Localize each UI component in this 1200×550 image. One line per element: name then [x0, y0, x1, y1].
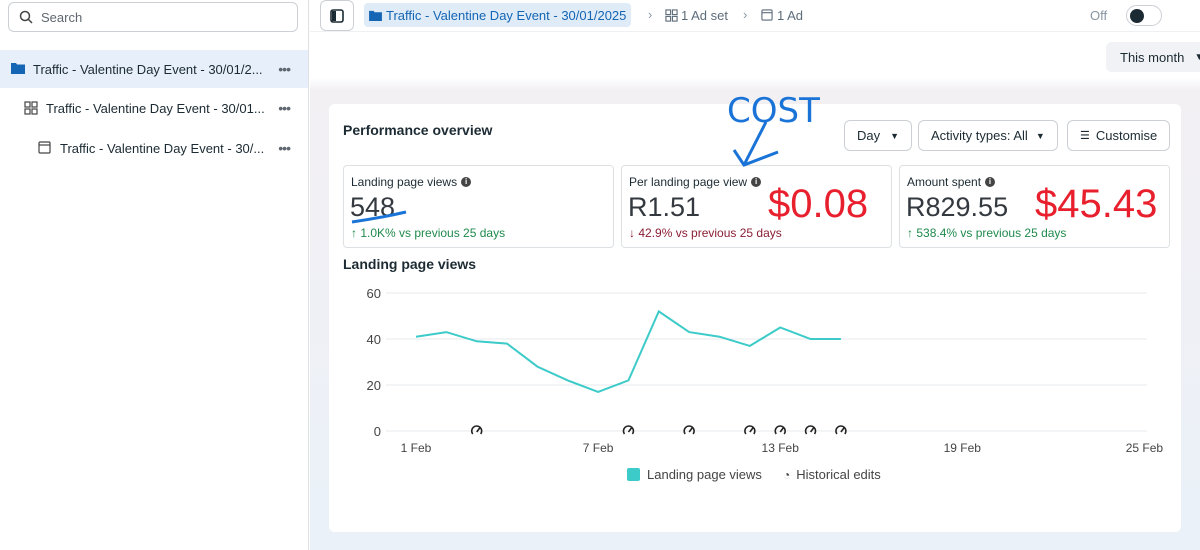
metric-change: 1.0K% vs previous 25 days — [360, 226, 506, 240]
search-icon — [19, 10, 33, 24]
date-range-select[interactable]: This month ▼ — [1106, 42, 1200, 72]
customise-label: Customise — [1095, 128, 1158, 143]
historical-edit-icon — [622, 425, 635, 435]
historical-edit-icon — [774, 425, 786, 435]
series-line — [415, 309, 841, 393]
breadcrumb-campaign-label: Traffic - Valentine Day Event - 30/01/20… — [386, 7, 627, 23]
y-tick-label: 20 — [367, 378, 381, 393]
activity-label: Activity types: All — [931, 128, 1028, 143]
day-dropdown[interactable]: Day ▼ — [844, 120, 913, 151]
breadcrumb-adset-label: 1 Ad set — [681, 7, 728, 23]
folder-icon — [369, 10, 382, 21]
legend-landing-page-views[interactable]: Landing page views — [627, 467, 762, 482]
metric-change: 538.4% vs previous 25 days — [916, 226, 1067, 240]
customise-button[interactable]: ☰ Customise — [1067, 120, 1171, 151]
main-panel: Traffic - Valentine Day Event - 30/01/20… — [310, 0, 1200, 550]
sidebar-panel-icon — [330, 8, 344, 23]
x-tick-label: 7 Feb — [583, 441, 614, 455]
line-chart: 0 20 40 60 1 Feb 7 Feb 13 Feb 19 Feb 25 Feb — [367, 286, 1164, 455]
legend-historical-edits[interactable]: ◔ Historical edits — [783, 467, 881, 482]
legend-swatch — [627, 468, 640, 481]
breadcrumb-campaign[interactable]: Traffic - Valentine Day Event - 30/01/20… — [364, 3, 632, 27]
metric-landing-page-views[interactable]: Landing page views i 548 ↑ 1.0K% vs previ… — [343, 165, 614, 248]
historical-edit-icon — [835, 425, 847, 435]
info-icon[interactable]: i — [461, 177, 472, 187]
tree-item-campaign[interactable]: Traffic - Valentine Day Event - 30/01/2.… — [0, 50, 308, 88]
search-placeholder: Search — [41, 9, 83, 25]
usd-annotation: $45.43 — [1035, 182, 1158, 226]
tree-item-label: Traffic - Valentine Day Event - 30/01/2.… — [33, 61, 263, 77]
breadcrumb-adset[interactable]: 1 Ad set — [665, 3, 728, 27]
historical-edit-icon — [744, 425, 756, 435]
customise-icon: ☰ — [1080, 130, 1090, 142]
usd-annotation: $0.08 — [768, 182, 869, 226]
more-options-icon[interactable]: ••• — [278, 100, 291, 116]
metric-change: 42.9% vs previous 25 days — [638, 226, 782, 240]
metric-label: Landing page views — [351, 175, 458, 189]
toggle-sidebar-button[interactable] — [320, 0, 354, 31]
x-tick-label: 13 Feb — [762, 441, 800, 455]
chart-title: Landing page views — [343, 256, 477, 272]
search-input[interactable]: Search — [8, 2, 298, 32]
top-bar: Traffic - Valentine Day Event - 30/01/20… — [310, 0, 1200, 32]
chevron-right-icon: › — [648, 7, 653, 22]
adset-grid-icon — [24, 101, 38, 115]
breadcrumb-ad[interactable]: 1 Ad — [761, 3, 803, 27]
chevron-right-icon: › — [743, 7, 748, 22]
arrow-up-icon: ↑ — [907, 226, 917, 240]
folder-icon — [11, 62, 25, 76]
x-tick-label: 25 Feb — [1126, 441, 1164, 455]
more-options-icon[interactable]: ••• — [278, 61, 291, 77]
metric-value: R829.55 — [906, 192, 1009, 222]
arrow-down-icon: ↓ — [629, 226, 639, 240]
metric-value: R1.51 — [628, 192, 701, 222]
adset-grid-icon — [665, 8, 678, 22]
y-tick-label: 0 — [374, 424, 381, 439]
date-range-label: This month — [1120, 49, 1185, 65]
metric-label: Amount spent — [907, 175, 982, 189]
metric-amount-spent[interactable]: Amount spent i R829.55 $45.43 ↑ 538.4% vs… — [899, 165, 1170, 248]
campaign-toggle[interactable] — [1126, 5, 1162, 26]
activity-types-dropdown[interactable]: Activity types: All ▼ — [918, 120, 1058, 151]
info-icon[interactable]: i — [751, 177, 762, 187]
tree-item-adset[interactable]: Traffic - Valentine Day Event - 30/01...… — [0, 89, 308, 127]
info-icon[interactable]: i — [985, 177, 996, 187]
ad-icon — [761, 9, 773, 21]
sidebar: Search Traffic - Valentine Day Event - 3… — [0, 0, 309, 550]
legend-label: Landing page views — [647, 467, 762, 482]
status-label: Off — [1090, 8, 1108, 23]
metric-label: Per landing page view — [629, 175, 748, 189]
x-tick-label: 19 Feb — [944, 441, 982, 455]
y-tick-label: 40 — [367, 332, 381, 347]
metric-per-landing-page-view[interactable]: Per landing page view i R1.51 $0.08 ↓ 42.… — [621, 165, 892, 248]
y-tick-label: 60 — [367, 286, 381, 301]
tree-item-ad[interactable]: Traffic - Valentine Day Event - 30/... •… — [0, 129, 308, 167]
tree-item-label: Traffic - Valentine Day Event - 30/... — [60, 140, 265, 156]
caret-down-icon: ▼ — [890, 130, 900, 141]
historical-edit-icon — [683, 425, 695, 435]
more-options-icon[interactable]: ••• — [278, 140, 291, 156]
arrow-up-icon: ↑ — [351, 226, 361, 240]
historical-edit-icon — [470, 425, 483, 435]
metric-value: 548 — [350, 192, 396, 222]
caret-down-icon: ▼ — [1035, 130, 1045, 141]
ad-icon — [38, 141, 52, 155]
legend-label: Historical edits — [796, 467, 881, 482]
historical-edit-icon — [804, 425, 817, 435]
card-title: Performance overview — [343, 122, 493, 138]
performance-overview-card: Performance overview Day ▼ Activity types… — [329, 104, 1181, 532]
day-label: Day — [857, 128, 881, 143]
caret-down-icon: ▼ — [1194, 51, 1200, 63]
edit-gauge-icon: ◔ — [783, 467, 791, 482]
tree-item-label: Traffic - Valentine Day Event - 30/01... — [46, 100, 265, 116]
breadcrumb-ad-label: 1 Ad — [777, 7, 804, 23]
x-tick-label: 1 Feb — [401, 441, 432, 455]
